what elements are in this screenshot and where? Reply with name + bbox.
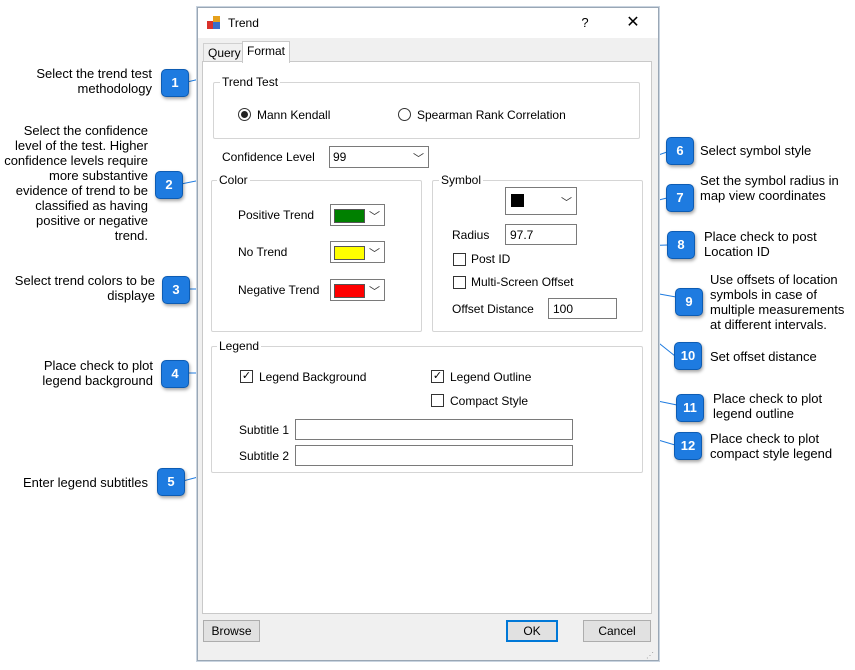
callout-badge-3: 3 <box>162 276 190 304</box>
callout-text-9: Use offsets of location symbols in case … <box>710 272 845 332</box>
tab-format[interactable]: Format <box>242 41 291 63</box>
legend-background-label: Legend Background <box>259 370 367 384</box>
callout-text-7: Set the symbol radius in map view coordi… <box>700 173 839 203</box>
confidence-level-value: 99 <box>333 150 347 164</box>
symbol-group-title: Symbol <box>439 173 484 187</box>
callout-badge-1: 1 <box>161 69 189 97</box>
subtitle-2-label: Subtitle 2 <box>239 449 290 463</box>
compact-style-checkbox[interactable] <box>431 394 444 407</box>
positive-trend-label: Positive Trend <box>238 208 315 222</box>
callout-badge-7: 7 <box>666 184 694 212</box>
callout-badge-12: 12 <box>674 432 702 460</box>
post-id-label: Post ID <box>471 252 511 266</box>
callout-text-6: Select symbol style <box>700 143 812 158</box>
browse-button[interactable]: Browse <box>203 620 260 642</box>
radius-input[interactable]: 97.7 <box>505 224 577 245</box>
positive-trend-color-select[interactable]: ﹀ <box>330 204 385 226</box>
no-trend-color-select[interactable]: ﹀ <box>330 241 385 263</box>
callout-text-8: Place check to post Location ID <box>704 229 817 259</box>
callout-text-5: Enter legend subtitles <box>22 475 148 490</box>
callout-text-1: Select the trend test methodology <box>36 66 152 96</box>
callout-badge-6: 6 <box>666 137 694 165</box>
offset-distance-value: 100 <box>553 302 574 316</box>
close-button[interactable]: ✕ <box>623 13 643 33</box>
ok-button[interactable]: OK <box>506 620 558 642</box>
legend-background-checkbox[interactable]: ✓ <box>240 370 253 383</box>
help-button[interactable]: ? <box>575 13 595 33</box>
subtitle-1-input[interactable] <box>295 419 573 440</box>
no-trend-label: No Trend <box>238 245 288 259</box>
post-id-checkbox[interactable] <box>453 253 466 266</box>
subtitle-1-label: Subtitle 1 <box>239 423 290 437</box>
confidence-level-select[interactable]: 99 ﹀ <box>329 146 429 168</box>
multi-screen-offset-label: Multi-Screen Offset <box>471 275 574 289</box>
compact-style-label: Compact Style <box>450 394 529 408</box>
chevron-down-icon: ﹀ <box>561 197 572 209</box>
chevron-down-icon: ﹀ <box>369 248 380 260</box>
callout-badge-4: 4 <box>161 360 189 388</box>
no-trend-swatch <box>334 246 365 260</box>
trend-dialog: Trend ? ✕ Query Trend Test Mann Kendall … <box>197 7 659 661</box>
trend-test-group-title: Trend Test <box>220 75 281 89</box>
callout-badge-11: 11 <box>676 394 704 422</box>
tab-query[interactable]: Query <box>203 43 246 63</box>
offset-distance-label: Offset Distance <box>452 302 534 316</box>
confidence-level-label: Confidence Level <box>222 150 315 164</box>
callout-badge-8: 8 <box>667 231 695 259</box>
callout-badge-5: 5 <box>157 468 185 496</box>
app-icon <box>207 16 221 30</box>
spearman-radio[interactable] <box>398 108 411 121</box>
symbol-swatch <box>511 194 524 207</box>
offset-distance-input[interactable]: 100 <box>548 298 617 319</box>
callout-text-10: Set offset distance <box>710 349 817 364</box>
dialog-title: Trend <box>228 16 259 30</box>
format-tab-panel: Trend Test Mann Kendall Spearman Rank Co… <box>202 61 652 614</box>
callout-badge-10: 10 <box>674 342 702 370</box>
subtitle-2-input[interactable] <box>295 445 573 466</box>
mann-kendall-label: Mann Kendall <box>257 108 331 122</box>
mann-kendall-radio[interactable] <box>238 108 251 121</box>
legend-group-title: Legend <box>217 339 262 353</box>
callout-badge-2: 2 <box>155 171 183 199</box>
negative-trend-color-select[interactable]: ﹀ <box>330 279 385 301</box>
color-group-title: Color <box>217 173 250 187</box>
radius-label: Radius <box>452 228 490 242</box>
symbol-style-select[interactable]: ﹀ <box>505 187 577 215</box>
legend-outline-checkbox[interactable]: ✓ <box>431 370 444 383</box>
resize-grip-icon[interactable]: ⋰ <box>646 651 654 660</box>
cancel-button[interactable]: Cancel <box>583 620 651 642</box>
spearman-label: Spearman Rank Correlation <box>417 108 566 122</box>
positive-trend-swatch <box>334 209 365 223</box>
title-bar[interactable]: Trend ? ✕ <box>198 8 658 38</box>
callout-text-12: Place check to plot compact style legend <box>710 431 833 461</box>
callout-text-3: Select trend colors to be displaye <box>14 273 155 303</box>
callout-text-11: Place check to plot legend outline <box>713 391 823 421</box>
legend-outline-label: Legend Outline <box>450 370 532 384</box>
chevron-down-icon: ﹀ <box>369 286 380 298</box>
multi-screen-offset-checkbox[interactable] <box>453 276 466 289</box>
callout-text-2: Select the confidence level of the test.… <box>4 123 148 243</box>
chevron-down-icon: ﹀ <box>369 211 380 223</box>
callout-text-4: Place check to plot legend background <box>42 358 153 388</box>
negative-trend-label: Negative Trend <box>238 283 320 297</box>
negative-trend-swatch <box>334 284 365 298</box>
callout-badge-9: 9 <box>675 288 703 316</box>
radius-value: 97.7 <box>510 228 534 242</box>
chevron-down-icon: ﹀ <box>413 153 424 165</box>
